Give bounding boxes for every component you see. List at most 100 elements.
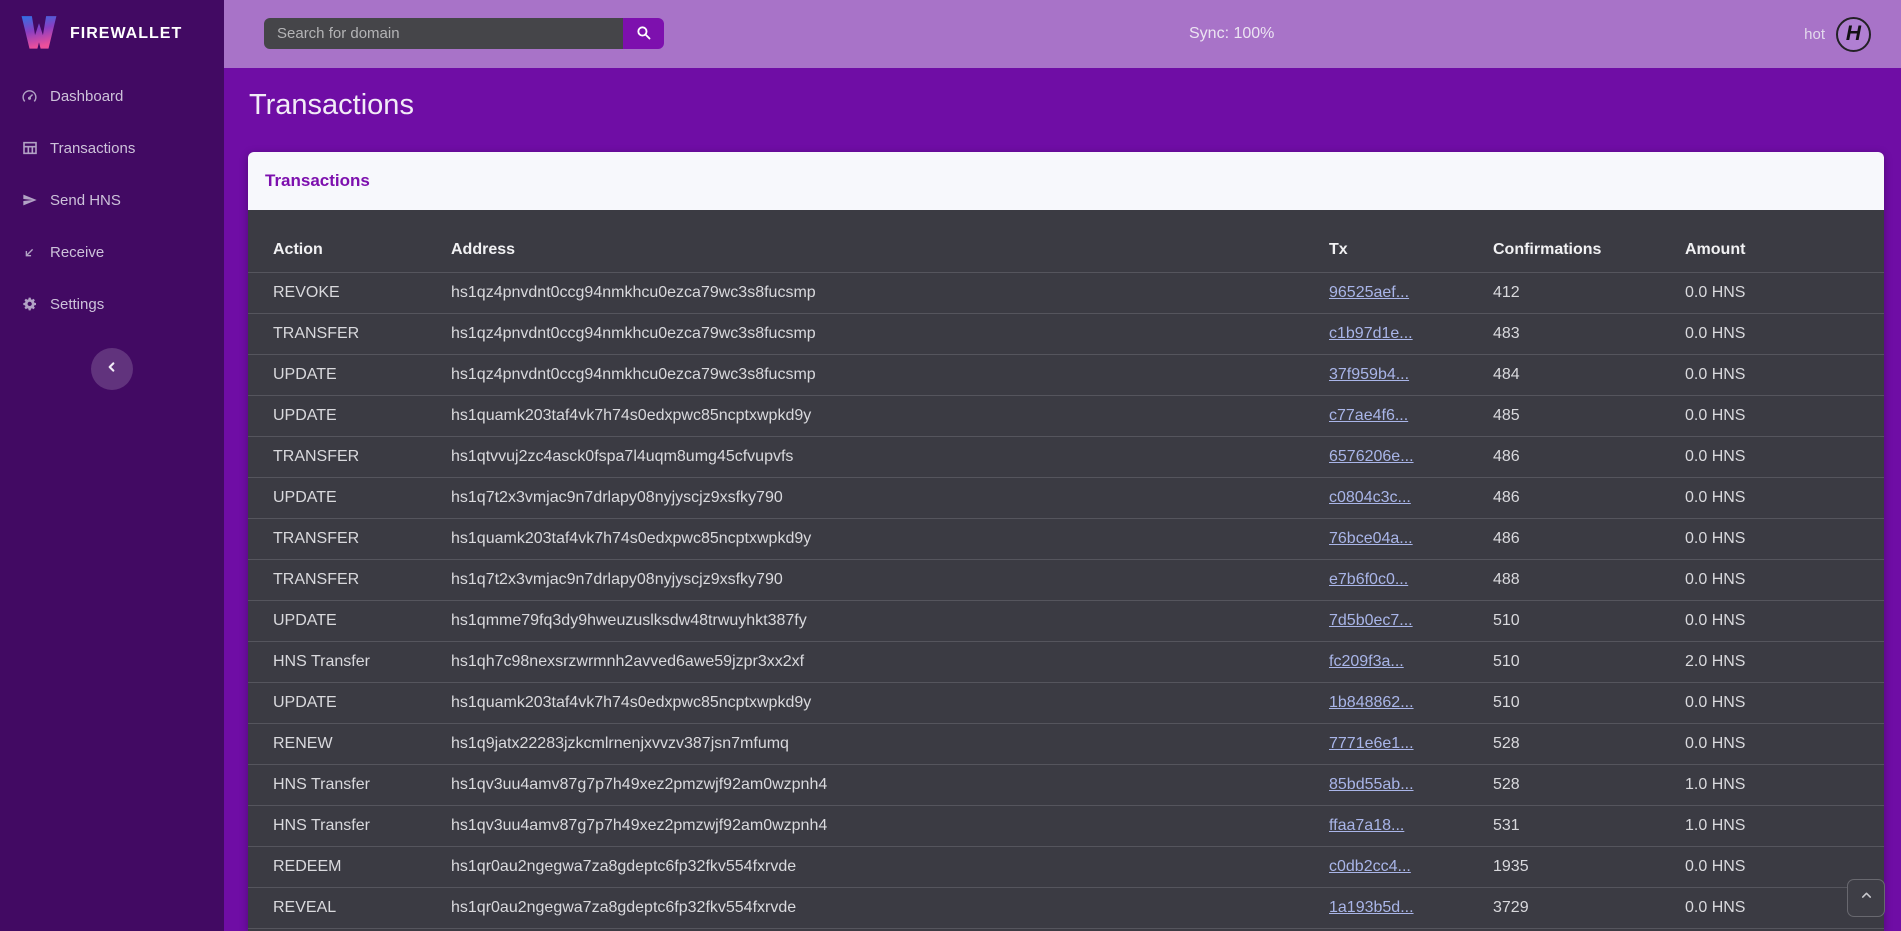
cell-tx: 1a193b5d... bbox=[1329, 899, 1493, 917]
cell-tx: c0db2cc4... bbox=[1329, 858, 1493, 876]
sidebar-item-transactions[interactable]: Transactions bbox=[0, 122, 224, 174]
cell-tx: 76bce04a... bbox=[1329, 530, 1493, 548]
cell-address: hs1quamk203taf4vk7h74s0edxpwc85ncptxwpkd… bbox=[451, 407, 1329, 425]
cell-action: TRANSFER bbox=[273, 325, 451, 343]
sidebar-item-label: Transactions bbox=[50, 140, 135, 157]
app-name: FIREWALLET bbox=[70, 25, 182, 43]
cell-address: hs1qv3uu4amv87g7p7h49xez2pmzwjf92am0wzpn… bbox=[451, 776, 1329, 794]
table-row: TRANSFERhs1qz4pnvdnt0ccg94nmkhcu0ezca79w… bbox=[248, 314, 1884, 355]
tx-link[interactable]: e7b6f0c0... bbox=[1329, 571, 1408, 588]
cell-address: hs1qr0au2ngegwa7za8gdeptc6fp32fkv554fxrv… bbox=[451, 858, 1329, 876]
cell-action: TRANSFER bbox=[273, 530, 451, 548]
tx-link[interactable]: 85bd55ab... bbox=[1329, 776, 1414, 793]
tx-link[interactable]: ffaa7a18... bbox=[1329, 817, 1404, 834]
transactions-card: Transactions Action Address Tx Confirmat… bbox=[248, 152, 1884, 931]
sidebar-item-label: Send HNS bbox=[50, 192, 121, 209]
sidebar-item-dashboard[interactable]: Dashboard bbox=[0, 70, 224, 122]
cell-address: hs1qtvvuj2zc4asck0fspa7l4uqm8umg45cfvupv… bbox=[451, 448, 1329, 466]
tx-link[interactable]: c0db2cc4... bbox=[1329, 858, 1411, 875]
table-row: UPDATEhs1q7t2x3vmjac9n7drlapy08nyjyscjz9… bbox=[248, 478, 1884, 519]
transactions-table: Action Address Tx Confirmations Amount R… bbox=[248, 210, 1884, 931]
column-header-tx: Tx bbox=[1329, 241, 1493, 272]
handshake-logo-avatar[interactable]: H bbox=[1836, 17, 1871, 52]
cell-tx: fc209f3a... bbox=[1329, 653, 1493, 671]
wallet-name: hot bbox=[1804, 26, 1825, 43]
cell-tx: 85bd55ab... bbox=[1329, 776, 1493, 794]
table-row: UPDATEhs1quamk203taf4vk7h74s0edxpwc85ncp… bbox=[248, 683, 1884, 724]
sidebar-item-receive[interactable]: Receive bbox=[0, 226, 224, 278]
sidebar-item-settings[interactable]: Settings bbox=[0, 278, 224, 330]
tx-link[interactable]: 1b848862... bbox=[1329, 694, 1414, 711]
search-button[interactable] bbox=[623, 18, 664, 49]
main-content: Transactions Transactions Action Address… bbox=[224, 68, 1901, 931]
cell-action: UPDATE bbox=[273, 694, 451, 712]
tx-link[interactable]: 37f959b4... bbox=[1329, 366, 1409, 383]
cell-address: hs1q7t2x3vmjac9n7drlapy08nyjyscjz9xsfky7… bbox=[451, 571, 1329, 589]
table-row: REDEEMhs1qr0au2ngegwa7za8gdeptc6fp32fkv5… bbox=[248, 847, 1884, 888]
tx-link[interactable]: fc209f3a... bbox=[1329, 653, 1404, 670]
cell-amount: 2.0 HNS bbox=[1685, 653, 1884, 671]
tx-link[interactable]: 96525aef... bbox=[1329, 284, 1409, 301]
cell-tx: 37f959b4... bbox=[1329, 366, 1493, 384]
cell-tx: 6576206e... bbox=[1329, 448, 1493, 466]
topbar: Sync: 100% hot H bbox=[224, 0, 1901, 68]
cell-address: hs1quamk203taf4vk7h74s0edxpwc85ncptxwpkd… bbox=[451, 530, 1329, 548]
table-row: REVOKEhs1qz4pnvdnt0ccg94nmkhcu0ezca79wc3… bbox=[248, 273, 1884, 314]
cell-amount: 0.0 HNS bbox=[1685, 735, 1884, 753]
cell-tx: 96525aef... bbox=[1329, 284, 1493, 302]
cell-action: UPDATE bbox=[273, 407, 451, 425]
wallet-menu[interactable]: hot H bbox=[1804, 0, 1871, 68]
cell-confirmations: 486 bbox=[1493, 448, 1685, 466]
cell-address: hs1q9jatx22283jzkcmlrnenjxvvzv387jsn7mfu… bbox=[451, 735, 1329, 753]
tx-link[interactable]: 7d5b0ec7... bbox=[1329, 612, 1413, 629]
cell-amount: 0.0 HNS bbox=[1685, 858, 1884, 876]
sidebar-collapse-button[interactable] bbox=[91, 348, 133, 390]
cell-confirmations: 488 bbox=[1493, 571, 1685, 589]
tx-link[interactable]: 6576206e... bbox=[1329, 448, 1414, 465]
cell-amount: 0.0 HNS bbox=[1685, 325, 1884, 343]
table-body: REVOKEhs1qz4pnvdnt0ccg94nmkhcu0ezca79wc3… bbox=[248, 273, 1884, 929]
tx-link[interactable]: 7771e6e1... bbox=[1329, 735, 1414, 752]
cell-address: hs1qz4pnvdnt0ccg94nmkhcu0ezca79wc3s8fucs… bbox=[451, 366, 1329, 384]
cell-address: hs1qz4pnvdnt0ccg94nmkhcu0ezca79wc3s8fucs… bbox=[451, 325, 1329, 343]
cell-action: HNS Transfer bbox=[273, 776, 451, 794]
cell-action: TRANSFER bbox=[273, 448, 451, 466]
cell-tx: c0804c3c... bbox=[1329, 489, 1493, 507]
firewallet-logo-icon bbox=[20, 11, 58, 58]
cell-tx: c77ae4f6... bbox=[1329, 407, 1493, 425]
search-icon bbox=[635, 24, 652, 44]
sync-status: Sync: 100% bbox=[1189, 25, 1274, 43]
tx-link[interactable]: 1a193b5d... bbox=[1329, 899, 1414, 916]
cell-confirmations: 3729 bbox=[1493, 899, 1685, 917]
cell-address: hs1qz4pnvdnt0ccg94nmkhcu0ezca79wc3s8fucs… bbox=[451, 284, 1329, 302]
column-header-action: Action bbox=[273, 241, 451, 272]
search-input[interactable] bbox=[264, 18, 623, 49]
tx-link[interactable]: c1b97d1e... bbox=[1329, 325, 1413, 342]
cell-action: HNS Transfer bbox=[273, 653, 451, 671]
tx-link[interactable]: c0804c3c... bbox=[1329, 489, 1411, 506]
column-header-confirmations: Confirmations bbox=[1493, 241, 1685, 272]
sidebar-item-send-hns[interactable]: Send HNS bbox=[0, 174, 224, 226]
cell-tx: 7771e6e1... bbox=[1329, 735, 1493, 753]
tx-link[interactable]: c77ae4f6... bbox=[1329, 407, 1408, 424]
tx-link[interactable]: 76bce04a... bbox=[1329, 530, 1413, 547]
paper-plane-icon bbox=[20, 192, 39, 208]
cell-confirmations: 531 bbox=[1493, 817, 1685, 835]
cell-confirmations: 510 bbox=[1493, 694, 1685, 712]
app-logo[interactable]: FIREWALLET bbox=[0, 0, 224, 68]
card-title: Transactions bbox=[248, 152, 1884, 210]
cell-amount: 1.0 HNS bbox=[1685, 776, 1884, 794]
cell-confirmations: 483 bbox=[1493, 325, 1685, 343]
cell-confirmations: 486 bbox=[1493, 489, 1685, 507]
cell-confirmations: 510 bbox=[1493, 653, 1685, 671]
cell-address: hs1q7t2x3vmjac9n7drlapy08nyjyscjz9xsfky7… bbox=[451, 489, 1329, 507]
cell-address: hs1qr0au2ngegwa7za8gdeptc6fp32fkv554fxrv… bbox=[451, 899, 1329, 917]
table-row: TRANSFERhs1quamk203taf4vk7h74s0edxpwc85n… bbox=[248, 519, 1884, 560]
cell-tx: 1b848862... bbox=[1329, 694, 1493, 712]
scroll-to-top-button[interactable] bbox=[1847, 879, 1885, 917]
cell-address: hs1qh7c98nexsrzwrmnh2avved6awe59jzpr3xx2… bbox=[451, 653, 1329, 671]
cell-confirmations: 486 bbox=[1493, 530, 1685, 548]
page-title: Transactions bbox=[249, 89, 414, 122]
cell-amount: 0.0 HNS bbox=[1685, 612, 1884, 630]
table-row: UPDATEhs1qz4pnvdnt0ccg94nmkhcu0ezca79wc3… bbox=[248, 355, 1884, 396]
